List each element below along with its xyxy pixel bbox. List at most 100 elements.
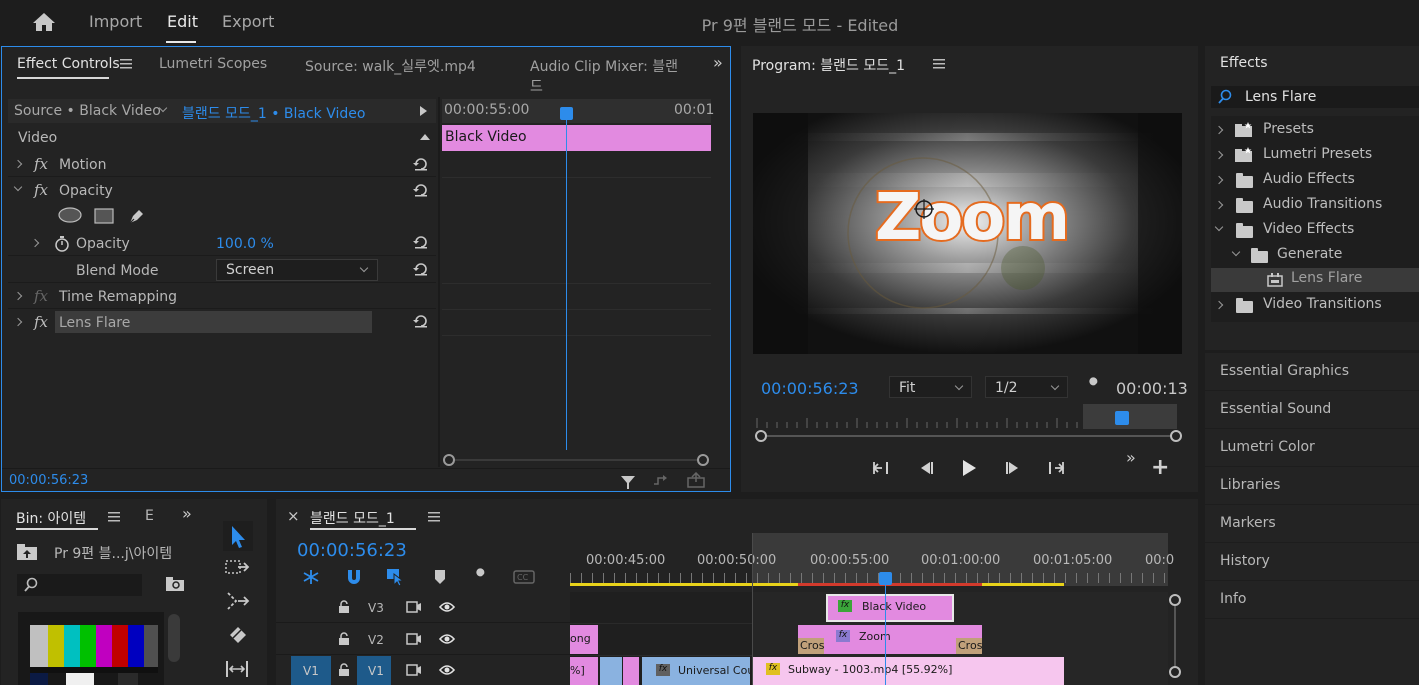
effects-tree-item-audio-transitions[interactable]: Audio Transitions (1211, 194, 1419, 218)
export-icon[interactable] (687, 472, 705, 488)
expand-icon[interactable] (1214, 175, 1224, 185)
expand-icon[interactable] (30, 238, 40, 248)
panel-info[interactable]: Info (1205, 581, 1419, 618)
ec-time-ruler[interactable]: 00:00:55:00 00:01 (442, 99, 714, 123)
more-tabs-icon[interactable]: » (713, 53, 723, 72)
expand-icon[interactable] (13, 317, 23, 327)
panel-libraries[interactable]: Libraries (1205, 467, 1419, 504)
panel-menu-icon[interactable] (108, 512, 120, 522)
effects-panel-title[interactable]: Effects (1220, 55, 1268, 71)
expand-icon[interactable] (1214, 125, 1224, 135)
fit-select[interactable]: Fit (889, 376, 972, 398)
track-target-v1[interactable]: V1 (357, 656, 391, 685)
effects-tree-item-presets[interactable]: Presets (1211, 119, 1419, 143)
filter-icon[interactable] (620, 474, 636, 490)
effect-row-lens-flare[interactable]: fx Lens Flare (8, 310, 436, 335)
expand-icon[interactable] (13, 182, 23, 192)
clip-v2-left[interactable]: ong (570, 625, 598, 654)
clip-v1-pink-small[interactable] (623, 657, 639, 685)
expand-icon[interactable] (1214, 150, 1224, 160)
expand-icon[interactable] (13, 291, 23, 301)
ec-clip-bar[interactable]: Black Video (442, 125, 711, 151)
timeline-vertical-scrollbar[interactable] (1168, 592, 1182, 685)
clip-black-video[interactable]: fx Black Video (826, 594, 954, 622)
track-label[interactable]: V3 (368, 601, 384, 615)
clip-v1-left[interactable]: %] (570, 657, 598, 685)
resolution-select[interactable]: 1/2 (985, 376, 1068, 398)
source-patch-v1[interactable]: V1 (291, 656, 331, 685)
tab-source[interactable]: Source: walk_실루엣.mp4 (305, 56, 476, 76)
collapse-up-icon[interactable] (420, 134, 430, 140)
collapse-icon[interactable] (1231, 247, 1241, 257)
column-divider[interactable] (438, 97, 440, 467)
timeline-playhead-handle[interactable] (879, 572, 892, 585)
timeline-title[interactable]: 블랜드 모드_1 (310, 508, 395, 528)
add-button-icon[interactable]: + (1151, 455, 1169, 480)
transition-cross-dissolve-2[interactable]: Cros (956, 638, 982, 654)
snap-icon[interactable] (345, 568, 363, 586)
reset-icon[interactable] (413, 314, 429, 328)
panel-menu-icon[interactable] (120, 59, 132, 69)
track-label[interactable]: V2 (368, 633, 384, 647)
reset-icon[interactable] (413, 262, 429, 276)
bin-title[interactable]: Bin: 아이템 (16, 508, 86, 528)
more-buttons-icon[interactable]: » (1126, 448, 1136, 467)
effects-tree-item-lumetri-presets[interactable]: Lumetri Presets (1211, 144, 1419, 168)
reset-icon[interactable] (413, 235, 429, 249)
slip-tool-icon[interactable] (224, 659, 250, 679)
linked-selection-icon[interactable] (386, 568, 406, 586)
program-zoom-region[interactable] (1083, 404, 1177, 429)
more-tabs-icon[interactable]: » (182, 504, 192, 523)
bin-scrollbar[interactable] (168, 614, 180, 662)
fx-icon[interactable]: fx (34, 313, 48, 331)
sync-lock-icon[interactable] (406, 663, 422, 677)
panel-lumetri-color[interactable]: Lumetri Color (1205, 429, 1419, 466)
ec-scrollbar[interactable] (443, 454, 709, 466)
new-search-bin-icon[interactable] (165, 576, 185, 592)
sequence-label[interactable]: 블랜드 모드_1 • Black Video (182, 103, 365, 123)
clip-zoom[interactable]: fx Zoom (798, 625, 982, 654)
timeline-timecode[interactable]: 00:00:56:23 (297, 540, 407, 561)
program-video-frame[interactable]: Zoom (753, 113, 1182, 354)
step-forward-icon[interactable] (1004, 461, 1022, 475)
track-area[interactable]: fx Black Video ong fx Zoom Cros Cros %] … (570, 592, 1168, 685)
ellipse-mask-icon[interactable] (58, 207, 82, 223)
ec-timecode[interactable]: 00:00:56:23 (9, 473, 88, 488)
lock-icon[interactable] (338, 600, 350, 614)
play-only-icon[interactable] (420, 106, 427, 116)
go-to-out-icon[interactable] (1045, 460, 1065, 476)
panel-menu-icon[interactable] (428, 512, 440, 522)
add-marker-icon[interactable] (434, 569, 446, 585)
clip-subway[interactable]: fx Subway - 1003.mp4 [55.92%] (752, 657, 1064, 685)
program-playhead-handle[interactable] (1115, 411, 1129, 425)
captions-icon[interactable]: CC (513, 570, 535, 584)
flare-center-crosshair[interactable] (914, 199, 934, 219)
blend-mode-select[interactable]: Screen (216, 259, 378, 281)
panel-essential-sound[interactable]: Essential Sound (1205, 391, 1419, 428)
step-back-icon[interactable] (917, 461, 935, 475)
effects-tree-item-generate[interactable]: Generate (1211, 244, 1419, 268)
effects-tree-item-video-transitions[interactable]: Video Transitions (1211, 294, 1419, 318)
expand-icon[interactable] (13, 159, 23, 169)
track-select-tool-icon[interactable] (224, 558, 250, 578)
play-icon[interactable] (960, 459, 978, 477)
panel-history[interactable]: History (1205, 543, 1419, 580)
go-to-in-icon[interactable] (872, 460, 892, 476)
ec-playhead-handle[interactable] (560, 107, 573, 120)
lock-icon[interactable] (338, 663, 350, 677)
wrench-icon[interactable] (1085, 377, 1103, 395)
tab-effects-short[interactable]: E (145, 508, 154, 524)
effects-tree-item-video-effects[interactable]: Video Effects (1211, 219, 1419, 243)
effects-tree-item-lens-flare[interactable]: Lens Flare (1211, 268, 1419, 292)
rectangle-mask-icon[interactable] (94, 208, 114, 224)
expand-icon[interactable] (1214, 300, 1224, 310)
lock-icon[interactable] (338, 632, 350, 646)
effect-row-opacity[interactable]: fx Opacity (8, 178, 436, 203)
clip-universal[interactable]: fx Universal Cou (642, 657, 750, 685)
close-icon[interactable]: × (287, 507, 300, 525)
program-title[interactable]: Program: 블랜드 모드_1 (752, 55, 905, 75)
nav-edit[interactable]: Edit (167, 12, 198, 31)
bin-thumbnail-color-bars[interactable] (18, 612, 164, 685)
program-timecode[interactable]: 00:00:56:23 (761, 379, 859, 398)
tab-audio-clip-mixer[interactable]: Audio Clip Mixer: 블랜드 (530, 56, 690, 96)
